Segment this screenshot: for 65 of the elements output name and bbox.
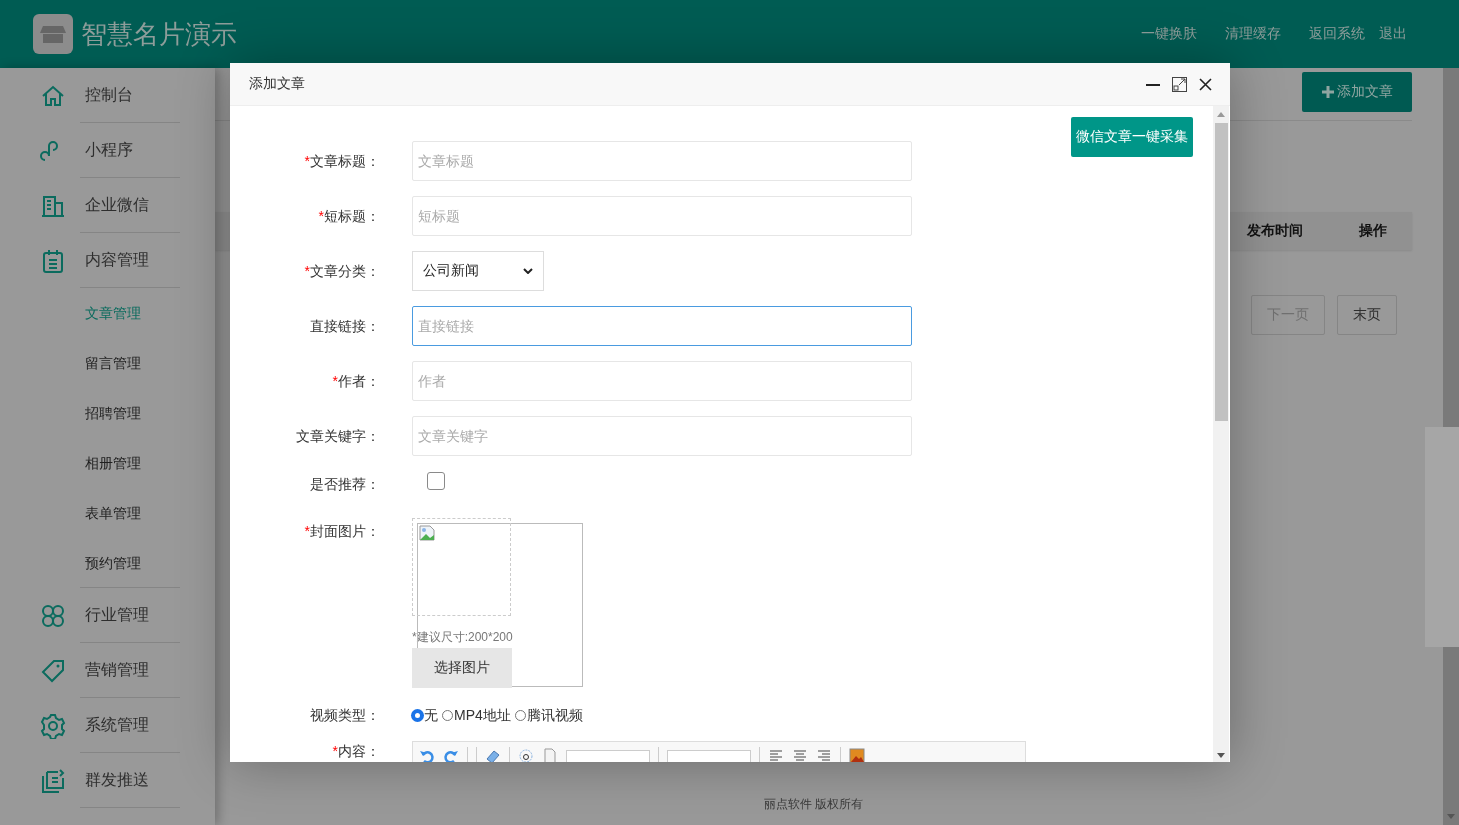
maximize-icon[interactable]	[1172, 76, 1187, 92]
collect-button[interactable]: 微信文章一键采集	[1071, 117, 1193, 157]
required-mark: *	[318, 208, 324, 224]
scroll-down-icon	[1217, 753, 1225, 758]
anchor-icon[interactable]	[518, 748, 534, 762]
field-label: 作者：	[338, 373, 380, 389]
header-link[interactable]: 一键换肤	[1141, 25, 1197, 43]
field-label: 封面图片：	[310, 523, 380, 539]
field-label: 文章分类：	[310, 263, 380, 279]
grid-icon	[40, 602, 66, 629]
field-label: 内容：	[338, 743, 380, 759]
text-input[interactable]: 直接链接	[412, 306, 912, 346]
choose-image-button[interactable]: 选择图片	[412, 648, 512, 688]
column-header: 发布时间	[1246, 222, 1304, 240]
field-label: 直接链接：	[310, 318, 380, 334]
submenu-item[interactable]: 留言管理	[0, 338, 149, 388]
notepad-icon	[40, 247, 66, 274]
undo-icon[interactable]	[419, 748, 435, 762]
dialog-scrollbar[interactable]	[1213, 106, 1229, 762]
header-link[interactable]: 清理缓存	[1225, 25, 1281, 43]
required-mark: *	[304, 523, 310, 539]
column-header: 操作	[1358, 222, 1388, 240]
add-article-button[interactable]: 添加文章	[1302, 72, 1412, 112]
image-icon[interactable]	[849, 748, 865, 762]
tag-icon	[40, 657, 66, 684]
broken-image-icon	[419, 525, 435, 541]
plus-icon	[1321, 86, 1334, 98]
field-label: 是否推荐：	[310, 476, 380, 492]
dialog-title: 添加文章	[249, 75, 305, 93]
chevron-down-icon	[523, 268, 533, 274]
shop-icon	[33, 14, 73, 54]
header-link[interactable]: 返回系统	[1309, 25, 1365, 43]
submenu-item[interactable]: 预约管理	[0, 538, 149, 588]
align-right-icon[interactable]	[816, 748, 832, 762]
align-left-icon[interactable]	[768, 748, 784, 762]
scroll-up-icon	[1217, 112, 1225, 117]
close-icon[interactable]	[1199, 77, 1212, 91]
app-title: 智慧名片演示	[81, 17, 237, 51]
radio-option[interactable]: MP4地址	[442, 702, 511, 728]
size-hint: *建议尺寸:200*200	[412, 629, 514, 646]
field-label: 视频类型：	[310, 707, 380, 723]
copyright-text: 丽点软件 版权所有	[762, 796, 865, 813]
submenu-item[interactable]: 表单管理	[0, 488, 149, 538]
page-button[interactable]: 末页	[1337, 295, 1397, 335]
submenu-item[interactable]: 相册管理	[0, 438, 149, 488]
category-select[interactable]: 公司新闻	[412, 251, 544, 291]
page-icon[interactable]	[542, 748, 558, 762]
header-link[interactable]: 退出	[1379, 25, 1407, 43]
gear-icon	[40, 712, 66, 739]
document-icon	[40, 767, 66, 794]
field-label: 短标题：	[324, 208, 380, 224]
required-mark: *	[304, 263, 310, 279]
required-mark: *	[332, 373, 338, 389]
align-center-icon[interactable]	[792, 748, 808, 762]
required-mark: *	[332, 743, 338, 759]
radio-option[interactable]: 无	[412, 702, 438, 728]
scroll-thumb[interactable]	[1214, 123, 1228, 421]
field-label: 文章关键字：	[296, 428, 380, 444]
required-mark: *	[304, 153, 310, 169]
field-label: 文章标题：	[310, 153, 380, 169]
radio-option[interactable]: 腾讯视频	[514, 702, 583, 728]
eraser-icon[interactable]	[485, 748, 501, 762]
checkbox[interactable]	[427, 472, 445, 490]
redo-icon[interactable]	[443, 748, 459, 762]
submenu-item[interactable]: 招聘管理	[0, 388, 149, 438]
